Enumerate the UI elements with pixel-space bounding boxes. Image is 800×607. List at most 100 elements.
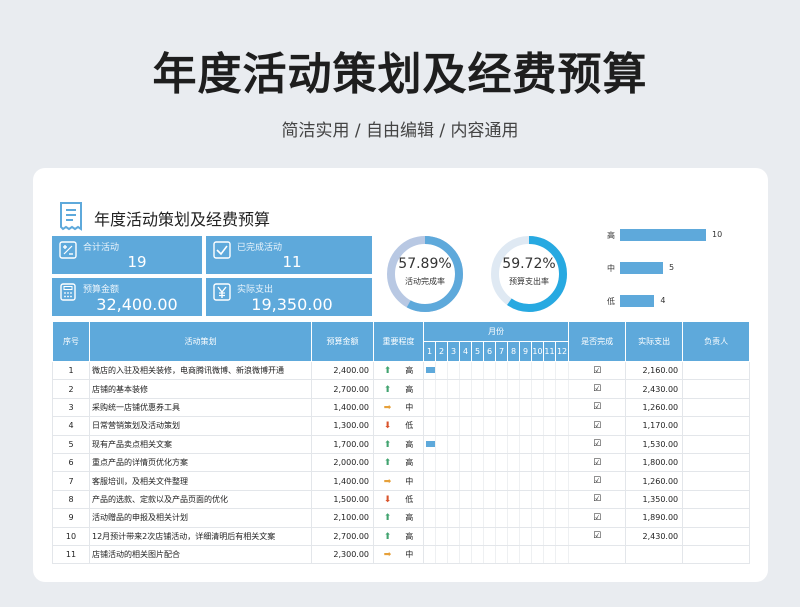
month-cell	[483, 434, 496, 454]
budget-amount: 2,300.00	[311, 544, 374, 565]
importance-cell: ⬆ 高	[373, 452, 424, 473]
month-header-3: 3	[447, 341, 460, 362]
arrow-up-icon: ⬆	[383, 366, 392, 377]
month-cell	[471, 471, 484, 491]
importance-level: 高	[405, 513, 414, 523]
month-cell	[507, 452, 520, 473]
budget-amount: 2,100.00	[311, 508, 374, 528]
done-cell: ☑	[568, 397, 627, 418]
month-cell	[447, 360, 460, 381]
owner-cell	[682, 452, 751, 473]
month-header-6: 6	[483, 341, 496, 362]
actual-amount: 2,430.00	[625, 379, 684, 399]
month-header-7: 7	[495, 341, 508, 362]
kpi-done-activities: 已完成活动 11	[206, 236, 372, 274]
month-cell	[483, 397, 496, 418]
done-checkbox[interactable]: ☑	[593, 366, 601, 376]
month-cell	[531, 434, 544, 454]
month-cell	[435, 379, 448, 399]
donut-completion-pct: 57.89%	[398, 256, 452, 272]
row-number: 9	[52, 508, 90, 528]
kpi-actual-value: 19,350.00	[251, 295, 333, 314]
importance-level: 高	[405, 384, 414, 394]
activity-table: 序号 活动策划 预算金额 重要程度 月份 是否完成 实际支出 负责人 12345…	[52, 321, 751, 565]
month-cell	[507, 434, 520, 454]
month-cell	[495, 508, 508, 528]
month-cell	[483, 379, 496, 399]
done-cell: ☑	[568, 508, 627, 528]
importance-bar	[620, 262, 663, 274]
month-cell	[495, 379, 508, 399]
owner-cell	[682, 471, 751, 491]
importance-level: 中	[405, 402, 414, 412]
month-cell	[423, 526, 436, 546]
importance-cell: ⬆ 高	[373, 526, 424, 546]
row-number: 1	[52, 360, 90, 381]
month-header-5: 5	[471, 341, 484, 362]
budget-amount: 1,700.00	[311, 434, 374, 454]
budget-amount: 1,400.00	[311, 397, 374, 418]
done-checkbox[interactable]: ☑	[593, 384, 601, 394]
col-header-month: 月份	[422, 321, 570, 342]
table-row: 7 客服培训，及相关文件整理 1,400.00 ➡ 中 ☑ 1,260.00	[52, 471, 751, 491]
arrow-up-icon: ⬆	[383, 513, 392, 524]
month-cell	[471, 508, 484, 528]
month-cell	[543, 379, 556, 399]
done-checkbox[interactable]: ☑	[593, 439, 601, 449]
month-cell	[507, 489, 520, 510]
done-checkbox[interactable]: ☑	[593, 402, 601, 412]
done-cell: ☑	[568, 379, 627, 399]
month-cell	[554, 508, 570, 528]
month-cell	[519, 379, 532, 399]
month-cell	[423, 416, 436, 436]
month-cell	[459, 508, 472, 528]
month-cell	[519, 452, 532, 473]
month-cell	[554, 544, 570, 565]
budget-amount: 2,400.00	[311, 360, 374, 381]
owner-cell	[682, 489, 751, 510]
month-cell	[507, 379, 520, 399]
owner-cell	[682, 379, 751, 399]
month-cell	[554, 360, 570, 381]
done-checkbox[interactable]: ☑	[593, 421, 601, 431]
month-cell	[507, 526, 520, 546]
month-cell	[459, 416, 472, 436]
task-name: 日常营销策划及活动策划	[89, 416, 312, 436]
budget-amount: 1,300.00	[311, 416, 374, 436]
done-checkbox[interactable]: ☑	[593, 513, 601, 523]
done-checkbox[interactable]: ☑	[593, 494, 601, 504]
done-checkbox[interactable]: ☑	[593, 531, 601, 541]
month-cell	[543, 452, 556, 473]
importance-level: 高	[405, 439, 414, 449]
month-cell	[483, 452, 496, 473]
month-cell	[531, 526, 544, 546]
month-cell	[554, 526, 570, 546]
month-cell	[435, 544, 448, 565]
month-header-2: 2	[435, 341, 448, 362]
col-header-done: 是否完成	[568, 321, 627, 362]
done-checkbox[interactable]: ☑	[593, 458, 601, 468]
task-name: 产品的选款、定款以及产品页面的优化	[89, 489, 312, 510]
importance-cell: ⬆ 高	[373, 434, 424, 454]
col-header-budget: 预算金额	[311, 321, 374, 362]
month-cell	[554, 397, 570, 418]
donut-budget-spend: 59.72% 预算支出率	[489, 234, 569, 314]
table-row: 11 店铺活动的相关图片配合 2,300.00 ➡ 中	[52, 544, 751, 565]
task-name: 12月预计带来2次店铺活动，详细清明后有相关文案	[89, 526, 312, 546]
importance-bar	[620, 229, 706, 241]
task-name: 店铺的基本装修	[89, 379, 312, 399]
month-cell	[531, 544, 544, 565]
importance-cell: ➡ 中	[373, 544, 424, 565]
month-cell	[483, 544, 496, 565]
row-number: 2	[52, 379, 90, 399]
kpi-total-label: 合计活动	[83, 243, 120, 253]
donut-budget-caption: 预算支出率	[509, 277, 549, 286]
month-header-1: 1	[423, 341, 436, 362]
month-cell	[423, 434, 436, 454]
col-header-task: 活动策划	[89, 321, 312, 362]
month-cell	[495, 544, 508, 565]
month-cell	[543, 434, 556, 454]
month-cell	[483, 416, 496, 436]
done-checkbox[interactable]: ☑	[593, 476, 601, 486]
month-cell	[531, 360, 544, 381]
